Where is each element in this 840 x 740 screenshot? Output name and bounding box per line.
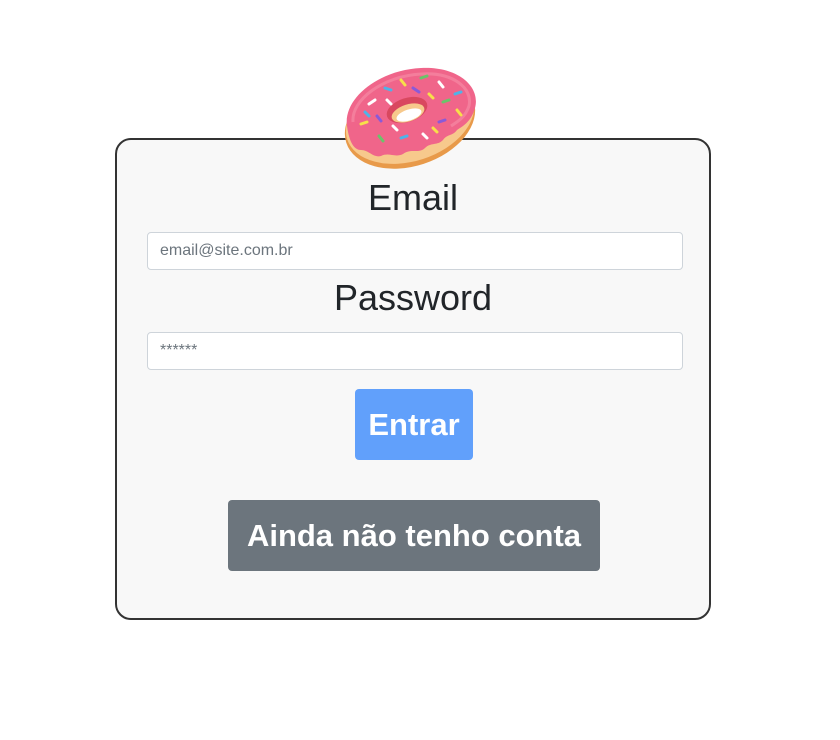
login-card: Email Password Entrar Ainda não tenho co… [115, 138, 711, 620]
donut-icon [344, 67, 476, 169]
password-field[interactable] [147, 332, 683, 370]
password-label: Password [333, 277, 493, 318]
login-button[interactable]: Entrar [355, 389, 473, 460]
email-field[interactable] [147, 232, 683, 270]
email-label: Email [367, 177, 459, 218]
signup-button[interactable]: Ainda não tenho conta [228, 500, 600, 571]
login-page: Email Password Entrar Ainda não tenho co… [0, 0, 840, 740]
